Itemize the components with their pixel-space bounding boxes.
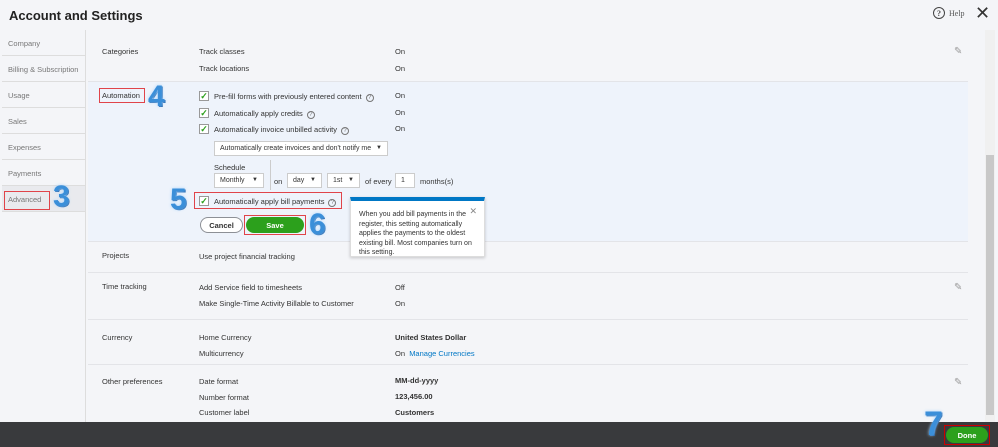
setting-value: On Manage Currencies — [395, 349, 475, 358]
tooltip-text: When you add bill payments in the regist… — [359, 211, 472, 256]
on-label: on — [274, 177, 283, 186]
setting-value: On — [395, 91, 406, 100]
setting-value: On — [395, 124, 406, 133]
setting-label: Make Single-Time Activity Billable to Cu… — [199, 299, 354, 308]
step-6-marker: 6 — [309, 208, 326, 241]
section-projects: Projects Use project financial tracking — [88, 242, 968, 273]
setting-label: Customer label — [199, 408, 250, 417]
section-categories: Categories Track classes On Track locati… — [88, 37, 968, 82]
edit-pencil-icon[interactable]: ✎ — [954, 377, 962, 388]
checkbox-invoice-unbilled[interactable]: ✓ — [199, 124, 209, 134]
schedule-label: Schedule — [214, 163, 246, 172]
help-icon: ? — [306, 111, 315, 119]
setting-label: Use project financial tracking — [199, 252, 295, 261]
setting-label: Pre-fill forms with previously entered c… — [214, 92, 374, 102]
setting-label: Automatically invoice unbilled activity? — [214, 125, 349, 135]
close-button[interactable]: ✕ — [975, 3, 990, 24]
nth-select[interactable]: 1st ▼ — [327, 173, 360, 188]
sidebar-item-usage[interactable]: Usage — [2, 82, 85, 108]
section-label: Projects — [102, 251, 130, 260]
highlight-automation — [99, 88, 145, 103]
setting-value: 123,456.00 — [395, 392, 433, 401]
checkbox-apply-credits[interactable]: ✓ — [199, 108, 209, 118]
page-title: Account and Settings — [9, 8, 143, 23]
step-7-marker: 7 — [924, 405, 943, 443]
schedule-select[interactable]: Monthly ▼ — [214, 173, 264, 188]
checkbox-prefill[interactable]: ✓ — [199, 91, 209, 101]
section-currency: Currency Home Currency United States Dol… — [88, 320, 968, 365]
setting-value: Off — [395, 283, 405, 292]
setting-label: Date format — [199, 377, 239, 386]
step-4-marker: 4 — [148, 80, 165, 113]
setting-value: On — [395, 64, 406, 73]
setting-value: United States Dollar — [395, 333, 467, 342]
invoice-mode-select[interactable]: Automatically create invoices and don't … — [214, 141, 388, 156]
highlight-done — [944, 425, 990, 445]
edit-pencil-icon[interactable]: ✎ — [954, 46, 962, 57]
help-icon: ? — [365, 94, 374, 102]
setting-value: Customers — [395, 408, 435, 417]
setting-value: On — [395, 299, 406, 308]
step-5-marker: 5 — [170, 183, 187, 216]
section-label: Currency — [102, 333, 133, 342]
tooltip: When you add bill payments in the regist… — [350, 197, 485, 257]
setting-value: On — [395, 47, 406, 56]
section-label: Categories — [102, 47, 139, 56]
sidebar-item-billing[interactable]: Billing & Subscription — [2, 56, 85, 82]
setting-value: On — [395, 108, 406, 117]
sidebar-item-payments[interactable]: Payments — [2, 160, 85, 186]
of-every-label: of every — [365, 177, 392, 186]
sidebar-item-sales[interactable]: Sales — [2, 108, 85, 134]
highlight-bill-payments — [194, 192, 342, 209]
months-label: months(s) — [420, 177, 454, 186]
setting-label: Number format — [199, 393, 250, 402]
sidebar-item-expenses[interactable]: Expenses — [2, 134, 85, 160]
setting-label: Add Service field to timesheets — [199, 283, 302, 292]
setting-label: Automatically apply credits? — [214, 109, 315, 119]
help-icon: ? — [933, 7, 945, 19]
scrollbar-thumb[interactable] — [986, 155, 994, 415]
section-label: Time tracking — [102, 282, 147, 291]
day-select[interactable]: day ▼ — [287, 173, 322, 188]
setting-label: Track classes — [199, 47, 245, 56]
step-3-marker: 3 — [53, 180, 70, 213]
every-input[interactable]: 1 — [395, 173, 415, 188]
help-label: Help — [949, 8, 965, 18]
setting-label: Home Currency — [199, 333, 252, 342]
setting-value: MM-dd-yyyy — [395, 376, 439, 385]
sidebar-item-company[interactable]: Company — [2, 30, 85, 56]
highlight-save — [244, 215, 306, 235]
help-button[interactable]: ? Help — [933, 7, 965, 19]
edit-pencil-icon[interactable]: ✎ — [954, 282, 962, 293]
footer-bar — [0, 422, 998, 447]
help-icon: ? — [340, 127, 349, 135]
close-tooltip-icon[interactable]: ✕ — [469, 206, 477, 217]
sidebar: Company Billing & Subscription Usage Sal… — [2, 30, 86, 422]
setting-label: Track locations — [199, 64, 250, 73]
highlight-advanced — [4, 191, 50, 210]
section-time-tracking: Time tracking Add Service field to times… — [88, 273, 968, 320]
manage-currencies-link[interactable]: Manage Currencies — [409, 349, 474, 358]
setting-label: Multicurrency — [199, 349, 244, 358]
cancel-button[interactable]: Cancel — [200, 217, 243, 233]
section-label: Other preferences — [102, 377, 163, 386]
section-other-preferences: Other preferences Date format MM-dd-yyyy… — [88, 365, 968, 425]
